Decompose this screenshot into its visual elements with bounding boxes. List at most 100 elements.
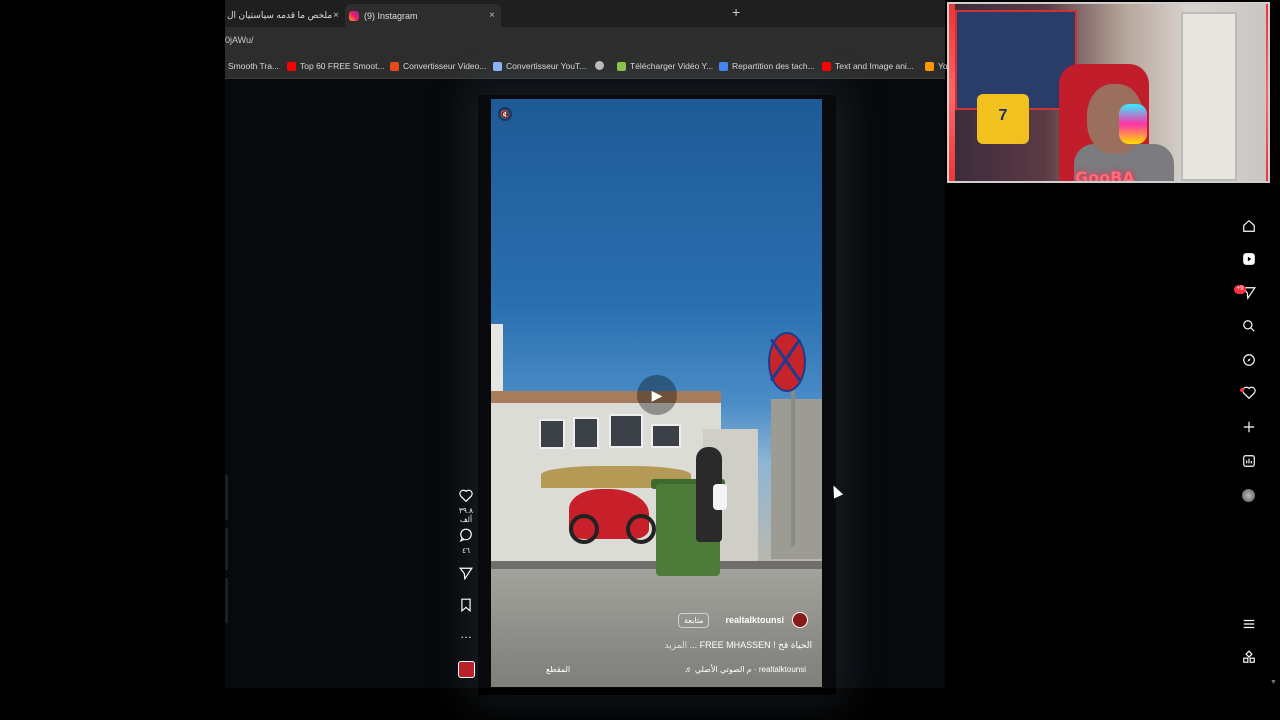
bookmark-label: Top 60 FREE Smoot... — [300, 61, 385, 71]
docs-icon — [719, 61, 728, 71]
wall — [771, 399, 822, 559]
bookmark-smooth[interactable]: Smooth Tra... — [228, 61, 279, 71]
bookmark-convertisseur-video[interactable]: Convertisseur Video... — [390, 61, 486, 71]
bookmarks-bar: Smooth Tra... Top 60 FREE Smoot... Conve… — [225, 56, 948, 78]
nav-home[interactable] — [1240, 219, 1257, 236]
youtube-icon — [287, 61, 296, 71]
scroll-edge — [225, 475, 228, 520]
send-icon — [458, 567, 473, 581]
more-options[interactable]: … — [455, 627, 477, 641]
search-icon — [1242, 320, 1255, 332]
save-action[interactable] — [455, 598, 477, 615]
bookmark-label: Smooth Tra... — [228, 61, 280, 71]
follow-button[interactable]: متابعة — [677, 612, 710, 628]
notification-dot — [1240, 388, 1244, 392]
door — [1181, 12, 1237, 181]
nav-menu[interactable] — [1240, 617, 1257, 634]
notification-badge: +9 — [1234, 285, 1246, 294]
username[interactable]: realtalktounsi — [725, 615, 784, 625]
new-tab-button[interactable]: + — [732, 4, 740, 20]
plastic-bag — [713, 484, 727, 510]
nav-reels[interactable] — [1240, 252, 1257, 269]
bookmark-label: Convertisseur Video... — [403, 61, 487, 71]
home-icon — [1242, 219, 1255, 232]
nav-create[interactable] — [1240, 420, 1257, 437]
comment-action[interactable]: ٤٦ — [455, 528, 477, 555]
plus-icon — [1243, 421, 1254, 433]
bookmark-telecharger[interactable]: Télécharger Vidéo Y... — [617, 61, 713, 71]
download-icon — [617, 61, 626, 71]
led-strip — [1266, 4, 1268, 181]
caption[interactable]: الحياة قح ! FREE MHASSEN ... المزيد — [664, 640, 812, 651]
scroll-edge — [225, 528, 228, 570]
address-bar[interactable]: 0jAWu/ — [225, 27, 945, 56]
motorcycle-wheel — [626, 514, 656, 544]
share-action[interactable] — [455, 567, 477, 583]
close-icon[interactable]: × — [333, 10, 339, 21]
chart-icon — [1242, 455, 1255, 467]
bookmark-yo[interactable]: Yo — [925, 61, 948, 71]
roof — [491, 391, 721, 403]
headset — [1119, 104, 1147, 144]
audio-avatar[interactable] — [458, 661, 475, 678]
motorcycle-wheel — [569, 514, 599, 544]
audio-label[interactable]: ♬ م الصوتي الأصلي · realtalktounsi — [685, 665, 806, 674]
neon-sign: GooBA — [1075, 168, 1135, 183]
play-button[interactable]: ▶ — [637, 375, 677, 415]
bookmark-label: Text and Image ani... — [835, 61, 914, 71]
nav-search[interactable] — [1240, 319, 1257, 336]
bookmark-label: Télécharger Vidéo Y... — [630, 61, 714, 71]
webcam-overlay: 7 GooBA — [947, 2, 1270, 183]
nav-dashboard[interactable] — [1240, 454, 1257, 471]
reels-icon — [1242, 253, 1255, 265]
menu-icon — [1243, 619, 1254, 629]
close-icon[interactable]: × — [489, 10, 495, 21]
converter-icon — [493, 61, 502, 71]
compass-icon — [1242, 354, 1255, 366]
bookmark-convertisseur-youtube[interactable]: Convertisseur YouT... — [493, 61, 586, 71]
window — [651, 424, 681, 448]
bookmark-top60[interactable]: Top 60 FREE Smoot... — [287, 61, 385, 71]
more-link[interactable]: المزيد — [664, 640, 687, 650]
window — [609, 414, 643, 448]
jersey: 7 — [977, 94, 1029, 144]
window — [539, 419, 565, 449]
nav-explore[interactable] — [1240, 353, 1257, 370]
right-zone — [945, 184, 1280, 688]
like-count: ٣٩.٨ ألف — [458, 506, 474, 524]
bookmark-text-image[interactable]: Text and Image ani... — [822, 61, 914, 71]
apps-icon — [1242, 650, 1255, 663]
nav-more[interactable] — [1240, 650, 1257, 667]
window — [573, 417, 599, 449]
bookmark-label: Repartition des tach... — [732, 61, 815, 71]
mute-icon[interactable]: 🔇 — [498, 107, 512, 121]
scroll-down-arrow[interactable]: ▼ — [1270, 679, 1277, 686]
comment-count: ٤٦ — [461, 546, 471, 555]
tab-instagram[interactable]: (9) Instagram × — [345, 4, 501, 27]
heart-icon — [459, 489, 473, 503]
caption-text: الحياة قح ! FREE MHASSEN ... — [689, 640, 812, 650]
instagram-icon — [349, 10, 359, 21]
z-icon — [390, 61, 399, 71]
sparkle-icon — [925, 61, 934, 71]
tab-article[interactable]: ملخص ما قدمه سياستيان ال × — [225, 4, 345, 27]
avatar[interactable] — [792, 612, 808, 628]
bookmark-globe[interactable] — [595, 61, 608, 70]
comment-icon — [459, 528, 472, 542]
left-panel — [225, 79, 490, 688]
bookmark-repartition[interactable]: Repartition des tach... — [719, 61, 815, 71]
bookmark-label: Convertisseur YouT... — [506, 61, 587, 71]
like-action[interactable]: ٣٩.٨ ألف — [455, 489, 477, 524]
sign-pole — [791, 384, 795, 546]
tab-bar: ملخص ما قدمه سياستيان ال × (9) Instagram… — [225, 0, 945, 27]
clip-label[interactable]: المقطع — [546, 665, 570, 674]
profile-avatar[interactable] — [1242, 489, 1255, 502]
bookmark-icon — [461, 598, 471, 613]
scroll-edge — [225, 578, 228, 623]
youtube-icon — [822, 61, 831, 71]
url-text[interactable]: 0jAWu/ — [225, 35, 254, 45]
globe-icon — [595, 61, 604, 70]
reel-video[interactable]: 🔇 ▶ realtalktounsi متابعة الحياة قح ! FR… — [491, 99, 822, 687]
reel-author: realtalktounsi متابعة — [677, 612, 808, 628]
tab-label: ملخص ما قدمه سياستيان ال — [227, 10, 333, 20]
